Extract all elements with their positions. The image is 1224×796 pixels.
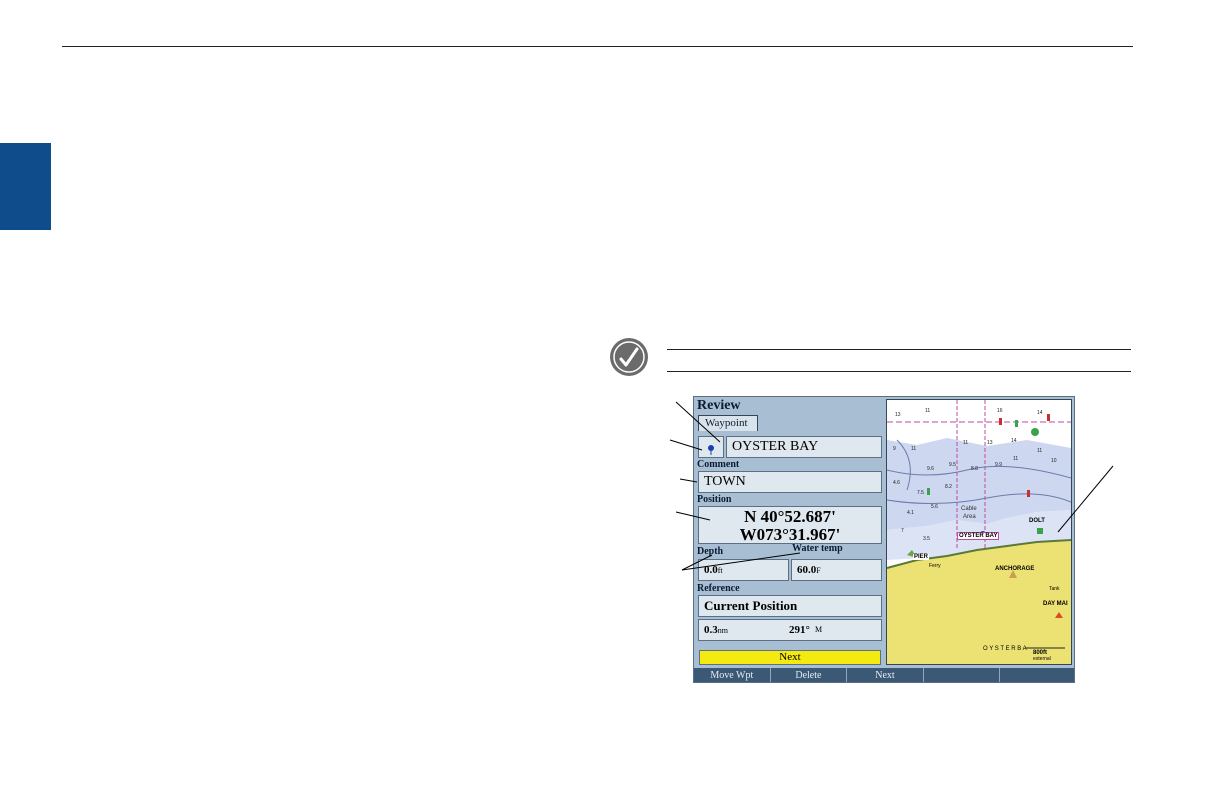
depth-sounding: 5.6 [931, 504, 938, 510]
depth-sounding: 9.6 [927, 466, 934, 472]
map-label-area: Area [963, 514, 976, 520]
map-label-pier: PIER [913, 554, 930, 560]
position-field[interactable]: N 40°52.687' W073°31.967' [698, 506, 882, 544]
position-label: Position [697, 494, 732, 505]
distance-unit: nm [717, 626, 728, 635]
depth-sounding: 7 [901, 528, 904, 534]
reference-field[interactable]: Current Position [698, 595, 882, 617]
water-temp-unit: F [816, 566, 821, 575]
depth-sounding: 11 [1013, 456, 1019, 462]
note-bottom-rule [667, 371, 1131, 372]
next-button[interactable]: Next [699, 650, 881, 665]
comment-label: Comment [697, 459, 740, 470]
depth-label: Depth [697, 546, 724, 557]
chapter-tab [0, 143, 51, 230]
depth-sounding: 3.5 [923, 536, 930, 542]
softkey-bar: Move Wpt Delete Next [694, 668, 1074, 682]
map-label-oyster-bay: OYSTER BAY [957, 532, 1000, 540]
map-label-ferry: Ferry [929, 563, 941, 569]
depth-sounding: 8.2 [945, 484, 952, 490]
depth-sounding: 16 [997, 408, 1003, 414]
review-title: Review [697, 398, 741, 413]
map-label-tank: Tank [1049, 586, 1060, 592]
depth-sounding: 10 [1051, 458, 1057, 464]
longitude-value: W073°31.967' [739, 525, 841, 544]
top-rule [62, 46, 1133, 47]
map-label-day-mark: DAY MAI [1043, 601, 1068, 607]
depth-sounding: 7.5 [917, 490, 924, 496]
map-overzoom-label: external [1033, 656, 1051, 662]
chart-map[interactable]: Cable Area OYSTER BAY DOLT PIER Ferry AN… [886, 399, 1072, 665]
distance-value: 0.3 [704, 624, 718, 636]
depth-sounding: 4.1 [907, 510, 914, 516]
depth-sounding: 11 [925, 408, 931, 414]
depth-sounding: 8.8 [971, 466, 978, 472]
map-label-dolt: DOLT [1029, 518, 1045, 524]
note-top-rule [667, 349, 1131, 350]
note-icon [610, 338, 648, 376]
device-screen: Review Waypoint OYSTER BAY Comment TOWN … [693, 396, 1075, 683]
water-temp-field[interactable]: 60.0F [791, 559, 882, 581]
waypoint-flag-icon [708, 445, 714, 455]
waypoint-name-field[interactable]: OYSTER BAY [726, 436, 882, 458]
depth-field[interactable]: 0.0ft [698, 559, 789, 581]
map-label-town: O Y S T E R B A [983, 646, 1027, 652]
depth-sounding: 4.6 [893, 480, 900, 486]
water-temp-label: Water temp [792, 543, 843, 554]
softkey-delete[interactable]: Delete [771, 668, 848, 682]
depth-sounding: 14 [1037, 410, 1043, 416]
depth-sounding: 13 [895, 412, 901, 418]
latitude-value: N 40°52.687' [744, 507, 836, 526]
water-temp-value: 60.0 [797, 564, 817, 576]
softkey-4[interactable] [924, 668, 1001, 682]
depth-sounding: 9 [893, 446, 896, 452]
map-label-anchorage: ANCHORAGE [995, 566, 1035, 572]
depth-unit: ft [717, 566, 723, 575]
depth-sounding: 11 [963, 440, 969, 446]
bearing-unit: M [815, 625, 823, 634]
softkey-move-wpt[interactable]: Move Wpt [694, 668, 771, 682]
distance-bearing-field: 0.3nm 291° M [698, 619, 882, 641]
depth-value: 0.0 [704, 564, 718, 576]
depth-sounding: 14 [1011, 438, 1017, 444]
depth-sounding: 11 [1037, 448, 1043, 454]
waypoint-symbol-field[interactable] [698, 436, 724, 458]
softkey-next[interactable]: Next [847, 668, 924, 682]
depth-sounding: 13 [987, 440, 993, 446]
softkey-5[interactable] [1000, 668, 1074, 682]
bearing-value: 291° [789, 624, 810, 636]
tab-waypoint[interactable]: Waypoint [698, 415, 758, 431]
comment-field[interactable]: TOWN [698, 471, 882, 493]
depth-sounding: 11 [911, 446, 917, 452]
depth-sounding: 9.9 [995, 462, 1002, 468]
depth-sounding: 9.5 [949, 462, 956, 468]
map-label-cable: Cable [961, 506, 977, 512]
reference-label: Reference [697, 583, 740, 594]
